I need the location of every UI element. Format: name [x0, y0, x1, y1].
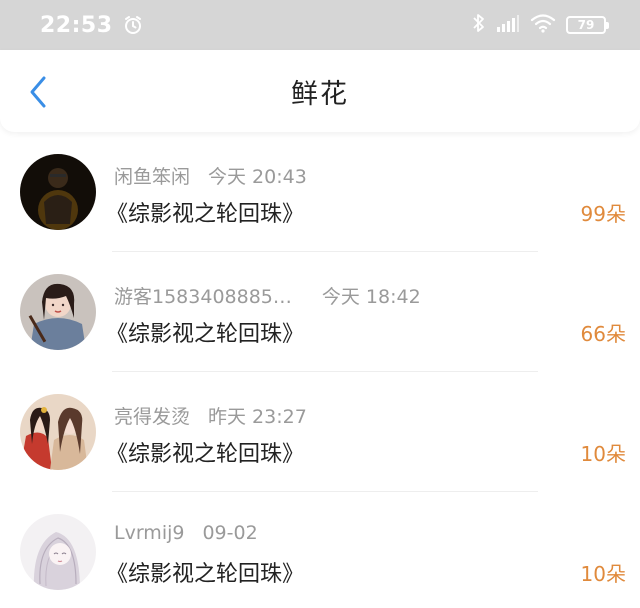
flower-list: 闲鱼笨闲 今天 20:43 《综影视之轮回珠》 99朵 游客1583408885… — [0, 132, 640, 608]
status-time: 22:53 — [40, 12, 113, 38]
timestamp: 今天 20:43 — [208, 166, 307, 188]
user-name[interactable]: 闲鱼笨闲 — [114, 162, 190, 189]
flower-count: 66朵 — [580, 322, 626, 346]
list-item[interactable]: 亮得发烫 昨天 23:27 《综影视之轮回珠》 10朵 — [0, 372, 640, 492]
flower-count: 10朵 — [580, 562, 626, 586]
user-name[interactable]: 亮得发烫 — [114, 402, 190, 429]
list-item[interactable]: 闲鱼笨闲 今天 20:43 《综影视之轮回珠》 99朵 — [0, 132, 640, 252]
avatar[interactable] — [20, 394, 96, 470]
list-item[interactable]: Lvrmij9 09-02 《综影视之轮回珠》 10朵 — [0, 492, 640, 608]
back-button[interactable] — [20, 72, 56, 112]
wifi-icon — [530, 13, 556, 37]
flower-count: 10朵 — [580, 442, 626, 466]
book-title[interactable]: 《综影视之轮回珠》 — [106, 316, 304, 348]
user-name[interactable]: Lvrmij9 — [114, 522, 184, 544]
book-title[interactable]: 《综影视之轮回珠》 — [106, 196, 304, 228]
timestamp: 昨天 23:27 — [208, 406, 307, 428]
bluetooth-icon — [472, 13, 486, 37]
status-bar: 22:53 79 — [0, 0, 640, 50]
book-title[interactable]: 《综影视之轮回珠》 — [106, 436, 304, 468]
status-icons: 79 — [472, 13, 609, 37]
item-meta: 闲鱼笨闲 今天 20:43 — [114, 162, 307, 189]
item-meta: 游客1583408885… 今天 18:42 — [114, 282, 421, 309]
timestamp: 今天 18:42 — [321, 286, 421, 308]
item-meta: 亮得发烫 昨天 23:27 — [114, 402, 307, 429]
user-name[interactable]: 游客1583408885… — [114, 282, 292, 309]
flower-count: 99朵 — [580, 202, 626, 226]
battery-level: 79 — [577, 18, 595, 32]
timestamp: 09-02 — [202, 522, 258, 544]
avatar[interactable] — [20, 274, 96, 350]
avatar[interactable] — [20, 514, 96, 590]
signal-icon — [496, 13, 520, 37]
list-item[interactable]: 游客1583408885… 今天 18:42 《综影视之轮回珠》 66朵 — [0, 252, 640, 372]
book-title[interactable]: 《综影视之轮回珠》 — [106, 556, 304, 588]
nav-bar: 鲜花 — [0, 50, 640, 132]
item-meta: Lvrmij9 09-02 — [114, 522, 258, 544]
avatar[interactable] — [20, 154, 96, 230]
chevron-left-icon — [30, 76, 46, 108]
alarm-icon — [123, 15, 143, 35]
page-title: 鲜花 — [291, 78, 349, 110]
battery-icon: 79 — [566, 16, 609, 34]
